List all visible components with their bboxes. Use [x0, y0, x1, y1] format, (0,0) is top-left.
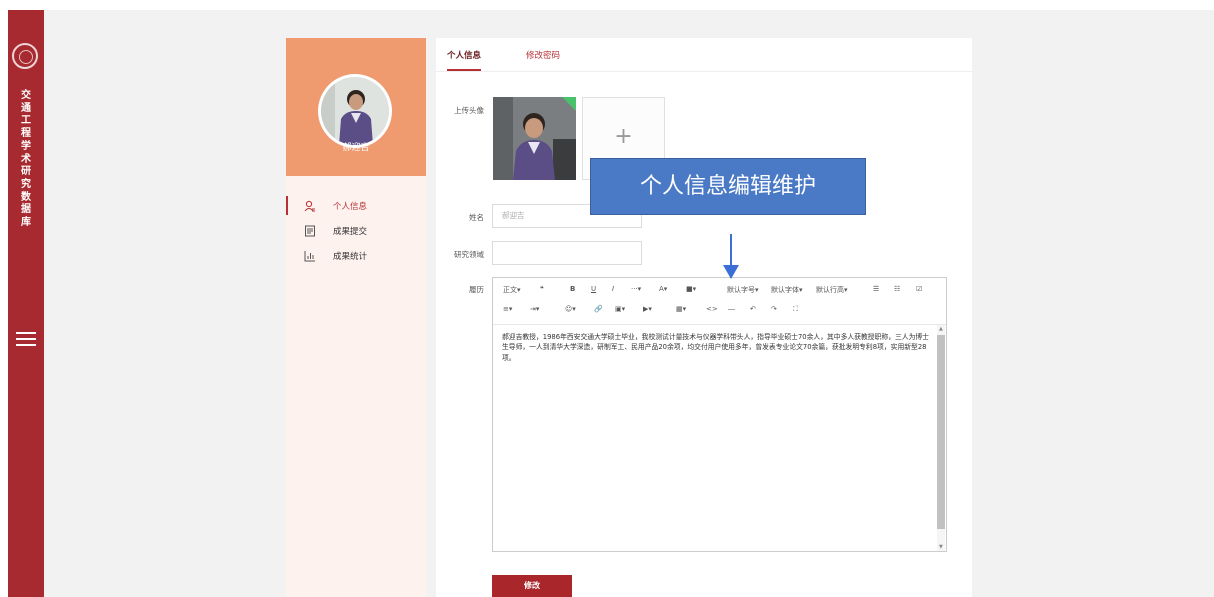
bio-label: 履历 — [469, 285, 484, 294]
numbered-list-icon[interactable]: ☷ — [894, 285, 900, 293]
italic-icon[interactable]: I — [612, 285, 614, 293]
profile-name: 郝迎吉 — [342, 143, 370, 153]
background-color-icon[interactable]: ■▾ — [686, 285, 696, 293]
menu-item-profile[interactable]: 个人信息 — [286, 193, 426, 218]
user-icon — [304, 200, 316, 212]
menu-toggle-icon[interactable] — [16, 332, 36, 346]
todo-icon[interactable]: ☑ — [916, 285, 922, 293]
scroll-up-icon[interactable]: ▲ — [939, 326, 943, 332]
video-icon[interactable]: ▶▾ — [643, 305, 652, 313]
more-format-button[interactable]: ···▾ — [631, 285, 641, 293]
scroll-down-icon[interactable]: ▼ — [939, 544, 943, 550]
link-icon[interactable]: 🔗 — [594, 305, 603, 313]
font-size-select[interactable]: 默认字号▾ — [727, 285, 759, 295]
menu-item-label: 成果提交 — [333, 226, 368, 237]
tab-password[interactable]: 修改密码 — [526, 49, 560, 61]
name-label: 姓名 — [469, 213, 484, 222]
avatar — [318, 74, 392, 148]
editor-toolbar: 正文▾ ❝ B U I ···▾ A▾ ■▾ 默认字号▾ 默认字体▾ 默认行高▾… — [493, 278, 946, 325]
uploaded-avatar[interactable] — [493, 97, 576, 180]
university-logo-icon — [12, 43, 38, 69]
redo-icon[interactable]: ↷ — [771, 305, 777, 313]
underline-icon[interactable]: U — [591, 285, 596, 293]
upload-success-check-icon — [562, 97, 576, 111]
line-height-select[interactable]: 默认行高▾ — [816, 285, 848, 295]
research-field-input[interactable] — [492, 241, 642, 265]
profile-header: 郝迎吉 — [286, 38, 426, 176]
paragraph-style-button[interactable]: 正文▾ — [503, 285, 521, 295]
document-icon — [304, 225, 316, 237]
left-rail: 交通工程学术研究数据库 — [8, 10, 44, 597]
undo-icon[interactable]: ↶ — [750, 305, 756, 313]
menu-item-stats[interactable]: 成果统计 — [286, 243, 426, 268]
site-title-vertical: 交通工程学术研究数据库 — [21, 90, 31, 229]
align-icon[interactable]: ≡▾ — [503, 305, 512, 313]
editor-scrollbar[interactable]: ▲ ▼ — [937, 325, 945, 551]
font-family-select[interactable]: 默认字体▾ — [771, 285, 803, 295]
profile-panel: 郝迎吉 个人信息 成果提交 成果统计 — [286, 38, 426, 597]
research-field-label: 研究领域 — [454, 250, 484, 259]
avatar-label: 上传头像 — [454, 106, 484, 115]
bullet-list-icon[interactable]: ☰ — [873, 285, 879, 293]
main-panel: 个人信息 修改密码 上传头像 + 姓名 郝迎吉 研究领域 履历 正文▾ ❝ B … — [436, 38, 972, 597]
image-icon[interactable]: ▣▾ — [615, 305, 625, 313]
bio-text-area[interactable]: 郝迎吉教授，1986年西安交通大学硕士毕业，我校测试计量技术与仪器学科带头人，指… — [502, 332, 932, 363]
fullscreen-icon[interactable]: ⛶ — [793, 305, 798, 314]
tab-bar: 个人信息 修改密码 — [436, 38, 972, 72]
font-color-icon[interactable]: A▾ — [659, 285, 667, 293]
emoji-icon[interactable]: ☺▾ — [565, 305, 576, 313]
divider-icon[interactable]: ― — [728, 305, 735, 313]
menu-item-label: 成果统计 — [333, 251, 368, 262]
tab-profile[interactable]: 个人信息 — [447, 49, 482, 71]
indent-icon[interactable]: ⇥▾ — [530, 305, 539, 313]
table-icon[interactable]: ▦▾ — [676, 305, 686, 313]
bold-icon[interactable]: B — [570, 285, 575, 293]
scroll-thumb[interactable] — [937, 335, 945, 529]
menu-item-submit[interactable]: 成果提交 — [286, 218, 426, 243]
side-menu: 个人信息 成果提交 成果统计 — [286, 193, 426, 268]
annotation-arrow-head-icon — [723, 265, 739, 279]
bar-chart-icon — [304, 250, 316, 262]
rich-text-editor: 正文▾ ❝ B U I ···▾ A▾ ■▾ 默认字号▾ 默认字体▾ 默认行高▾… — [492, 277, 947, 552]
menu-item-label: 个人信息 — [333, 201, 368, 212]
avatar-photo — [321, 77, 389, 145]
quote-icon[interactable]: ❝ — [540, 285, 544, 293]
annotation-arrow-line — [730, 234, 732, 268]
save-button[interactable]: 修改 — [492, 575, 572, 597]
annotation-callout: 个人信息编辑维护 — [590, 158, 866, 215]
code-icon[interactable]: <> — [706, 305, 718, 313]
